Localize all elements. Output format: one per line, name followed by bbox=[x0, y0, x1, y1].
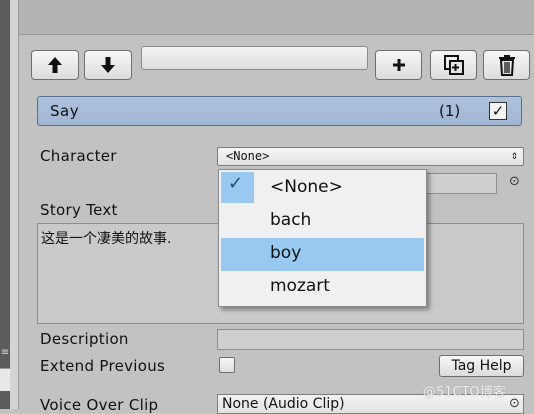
select-arrows-icon: ⇕ bbox=[511, 148, 519, 162]
duplicate-command-button[interactable] bbox=[430, 50, 477, 80]
duplicate-icon bbox=[443, 55, 464, 75]
voice-over-clip-value: None (Audio Clip) bbox=[222, 396, 345, 412]
left-bottom-box bbox=[0, 368, 10, 391]
command-header[interactable]: Say (1) ✓ bbox=[37, 96, 522, 126]
menu-lines-icon[interactable]: ≡ bbox=[0, 348, 10, 364]
move-down-button[interactable] bbox=[84, 50, 132, 80]
character-label: Character bbox=[40, 147, 117, 165]
arrow-up-icon bbox=[48, 57, 62, 73]
dropdown-option-label: boy bbox=[270, 243, 302, 263]
dropdown-option-label: bach bbox=[270, 210, 312, 230]
description-field[interactable] bbox=[217, 329, 524, 350]
dropdown-option-boy[interactable]: boy bbox=[221, 238, 424, 271]
tag-help-button[interactable]: Tag Help bbox=[439, 355, 524, 377]
character-select[interactable]: <None> ⇕ bbox=[217, 147, 524, 166]
dropdown-option-label: mozart bbox=[270, 276, 330, 296]
extend-previous-label: Extend Previous bbox=[40, 357, 166, 375]
delete-command-button[interactable] bbox=[483, 50, 530, 80]
dropdown-option-none[interactable]: <None> bbox=[221, 172, 424, 205]
arrow-down-icon bbox=[101, 57, 115, 73]
left-gutter bbox=[10, 0, 19, 409]
description-label: Description bbox=[40, 330, 129, 348]
dropdown-option-label: <None> bbox=[270, 177, 343, 197]
extend-previous-checkbox[interactable] bbox=[219, 357, 235, 373]
story-text-value: 这是一个凄美的故事. bbox=[41, 231, 172, 247]
watermark: @51CTO博客 bbox=[423, 385, 506, 400]
top-bar bbox=[19, 0, 534, 35]
command-count: (1) bbox=[439, 102, 461, 120]
story-text-label: Story Text bbox=[40, 201, 118, 219]
character-select-value: <None> bbox=[226, 149, 270, 163]
command-title: Say bbox=[50, 102, 80, 120]
character-dropdown-menu: ✓ <None> bach boy mozart bbox=[218, 169, 427, 307]
object-picker-icon[interactable]: ⊙ bbox=[509, 174, 520, 189]
dropdown-option-mozart[interactable]: mozart bbox=[221, 271, 424, 304]
move-up-button[interactable] bbox=[31, 50, 79, 80]
plus-icon bbox=[392, 59, 405, 71]
dropdown-option-bach[interactable]: bach bbox=[221, 205, 424, 238]
command-enabled-checkbox[interactable]: ✓ bbox=[489, 102, 507, 120]
trash-icon bbox=[498, 55, 515, 76]
voice-over-clip-label: Voice Over Clip bbox=[40, 396, 159, 414]
command-search-field[interactable] bbox=[141, 46, 368, 70]
add-command-button[interactable] bbox=[375, 50, 422, 80]
portrait-field[interactable] bbox=[420, 173, 497, 194]
